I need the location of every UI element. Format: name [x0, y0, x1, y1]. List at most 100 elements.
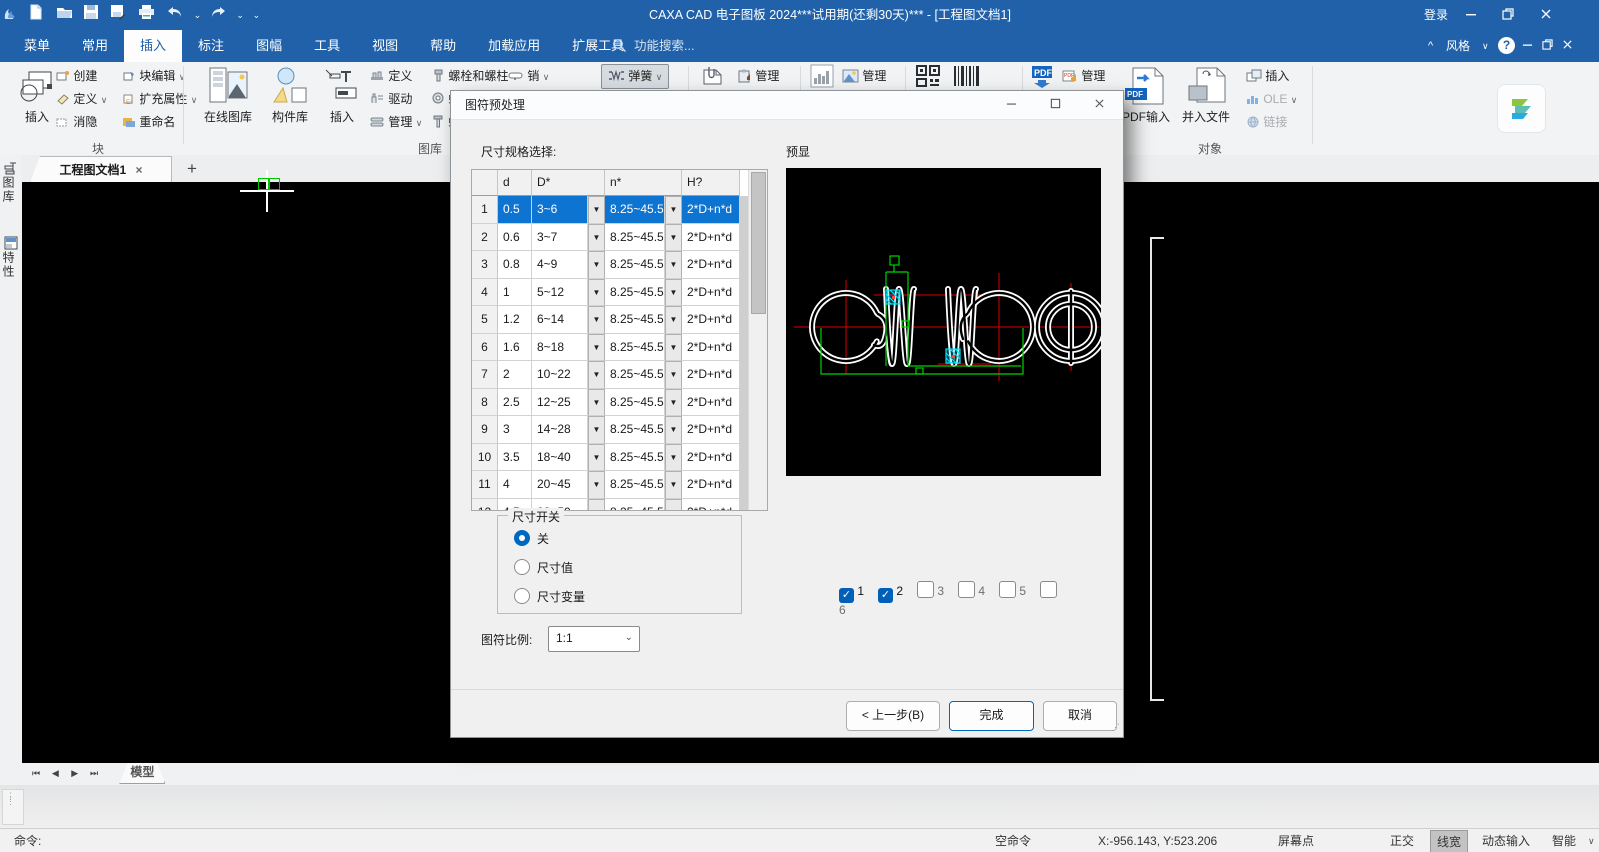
cell-H[interactable]: 2*D+n*d	[682, 416, 740, 444]
ribbon-pdf-input-button[interactable]: PDF PDF输入	[1120, 64, 1172, 125]
cell-D-dropdown-icon[interactable]: ▼	[588, 306, 605, 334]
brand-logo[interactable]	[1497, 84, 1546, 133]
table-row-9[interactable]: 9 3 14~28 ▼ 8.25~45.5 ▼ 2*D+n*d	[472, 416, 767, 444]
ribbon-rename-button[interactable]: 重命名	[122, 111, 175, 134]
menu-tab-8[interactable]: 加载应用	[472, 30, 556, 62]
quick-access-customize-icon[interactable]: ⌄	[250, 4, 262, 26]
cell-H[interactable]: 2*D+n*d	[682, 471, 740, 499]
menu-tab-4[interactable]: 图幅	[240, 30, 298, 62]
cell-D-dropdown-icon[interactable]: ▼	[588, 471, 605, 499]
ribbon-extend-attr-button[interactable]: Ex 扩充属性 ∨	[122, 88, 197, 111]
cell-n-dropdown-icon[interactable]: ▼	[665, 361, 682, 389]
dim-switch-option-1[interactable]: 尺寸值	[514, 559, 585, 576]
table-row-3[interactable]: 3 0.8 4~9 ▼ 8.25~45.5 ▼ 2*D+n*d	[472, 251, 767, 279]
cell-D[interactable]: 10~22	[532, 361, 588, 389]
help-icon[interactable]: ?	[1498, 37, 1515, 54]
checkbox-icon[interactable]	[1040, 581, 1058, 598]
table-row-6[interactable]: 6 1.6 8~18 ▼ 8.25~45.5 ▼ 2*D+n*d	[472, 333, 767, 361]
cell-D-dropdown-icon[interactable]: ▼	[588, 361, 605, 389]
cell-H[interactable]: 2*D+n*d	[682, 278, 740, 306]
checkbox-icon[interactable]: ✓	[878, 588, 894, 603]
dialog-maximize-icon[interactable]	[1035, 91, 1075, 119]
row-number[interactable]: 12	[472, 498, 498, 510]
checkbox-icon[interactable]: ✓	[839, 588, 854, 603]
cell-n-dropdown-icon[interactable]: ▼	[665, 333, 682, 361]
ribbon-pdf-button[interactable]: PDF	[1030, 64, 1056, 88]
row-number[interactable]: 7	[472, 361, 498, 389]
row-number[interactable]: 10	[472, 443, 498, 471]
cell-H[interactable]: 2*D+n*d	[682, 196, 740, 224]
cell-n-dropdown-icon[interactable]: ▼	[665, 306, 682, 334]
cell-D-dropdown-icon[interactable]: ▼	[588, 333, 605, 361]
menu-tab-1[interactable]: 常用	[66, 30, 124, 62]
cell-D[interactable]: 3~6	[532, 196, 588, 224]
print-icon[interactable]	[138, 4, 160, 26]
cell-D-dropdown-icon[interactable]: ▼	[588, 498, 605, 510]
document-tab[interactable]: 工程图文档1 ×	[30, 156, 172, 183]
cell-d[interactable]: 3.5	[498, 443, 532, 471]
cancel-button[interactable]: 取消	[1043, 701, 1117, 731]
radio-icon[interactable]	[514, 588, 530, 604]
row-number[interactable]: 2	[472, 223, 498, 251]
status-linewidth-toggle[interactable]: 线宽	[1430, 830, 1469, 852]
ribbon-clip-manage-button[interactable]: 管理	[737, 65, 779, 88]
checkbox-icon[interactable]	[999, 581, 1017, 598]
cell-D-dropdown-icon[interactable]: ▼	[588, 278, 605, 306]
cell-n-dropdown-icon[interactable]: ▼	[665, 196, 682, 224]
cell-D-dropdown-icon[interactable]: ▼	[588, 388, 605, 416]
window-restore-icon[interactable]	[1502, 8, 1532, 20]
back-button[interactable]: < 上一步(B)	[846, 701, 940, 731]
preview-viewport[interactable]	[786, 168, 1101, 476]
cell-D[interactable]: 20~45	[532, 471, 588, 499]
cell-n[interactable]: 8.25~45.5	[605, 251, 665, 279]
doc-minimize-icon[interactable]	[1522, 39, 1538, 50]
style-dropdown-icon[interactable]: ∨	[1482, 30, 1489, 62]
cell-H[interactable]: 2*D+n*d	[682, 361, 740, 389]
table-row-8[interactable]: 8 2.5 12~25 ▼ 8.25~45.5 ▼ 2*D+n*d	[472, 388, 767, 416]
table-scrollbar-thumb[interactable]	[751, 172, 766, 314]
table-row-11[interactable]: 11 4 20~45 ▼ 8.25~45.5 ▼ 2*D+n*d	[472, 471, 767, 499]
cell-D-dropdown-icon[interactable]: ▼	[588, 443, 605, 471]
window-minimize-icon[interactable]	[1465, 8, 1495, 20]
table-scrollbar[interactable]	[748, 170, 767, 510]
cell-d[interactable]: 1.2	[498, 306, 532, 334]
dialog-resize-grip[interactable]: ⋰	[1111, 723, 1121, 735]
cell-D[interactable]: 5~12	[532, 278, 588, 306]
cell-D[interactable]: 8~18	[532, 333, 588, 361]
cell-n[interactable]: 8.25~45.5	[605, 333, 665, 361]
cell-D-dropdown-icon[interactable]: ▼	[588, 196, 605, 224]
cell-D[interactable]: 14~28	[532, 416, 588, 444]
row-number[interactable]: 4	[472, 278, 498, 306]
cell-d[interactable]: 0.8	[498, 251, 532, 279]
row-number[interactable]: 3	[472, 251, 498, 279]
cell-D[interactable]: 18~40	[532, 443, 588, 471]
dialog-title-bar[interactable]: 图符预处理	[451, 91, 1123, 120]
new-document-icon[interactable]	[28, 4, 50, 26]
cell-H[interactable]: 2*D+n*d	[682, 333, 740, 361]
ribbon-pin-button[interactable]: 销 ∨	[508, 65, 549, 88]
doc-close-icon[interactable]	[1562, 39, 1578, 50]
cell-n-dropdown-icon[interactable]: ▼	[665, 251, 682, 279]
table-row-4[interactable]: 4 1 5~12 ▼ 8.25~45.5 ▼ 2*D+n*d	[472, 278, 767, 306]
cell-D-dropdown-icon[interactable]: ▼	[588, 251, 605, 279]
ribbon-define-button[interactable]: 定义 ∨	[56, 88, 107, 111]
ribbon-lib-drive-button[interactable]: 驱动	[370, 88, 412, 111]
smart-snap-dropdown-icon[interactable]: ∨	[1588, 829, 1595, 852]
cell-H[interactable]: 2*D+n*d	[682, 251, 740, 279]
ribbon-spring-button[interactable]: 弹簧 ∨	[601, 64, 670, 89]
cell-d[interactable]: 0.6	[498, 223, 532, 251]
cell-d[interactable]: 4	[498, 471, 532, 499]
dialog-minimize-icon[interactable]	[991, 91, 1031, 119]
menu-tab-0[interactable]: 菜单	[8, 30, 66, 62]
cell-d[interactable]: 1	[498, 278, 532, 306]
cell-n-dropdown-icon[interactable]: ▼	[665, 443, 682, 471]
cell-n-dropdown-icon[interactable]: ▼	[665, 278, 682, 306]
cell-n[interactable]: 8.25~45.5	[605, 416, 665, 444]
cell-n-dropdown-icon[interactable]: ▼	[665, 416, 682, 444]
row-number[interactable]: 9	[472, 416, 498, 444]
cell-d[interactable]: 3	[498, 416, 532, 444]
cell-H[interactable]: 2*D+n*d	[682, 223, 740, 251]
row-number[interactable]: 8	[472, 388, 498, 416]
cell-n[interactable]: 8.25~45.5	[605, 388, 665, 416]
cell-H[interactable]: 2*D+n*d	[682, 388, 740, 416]
